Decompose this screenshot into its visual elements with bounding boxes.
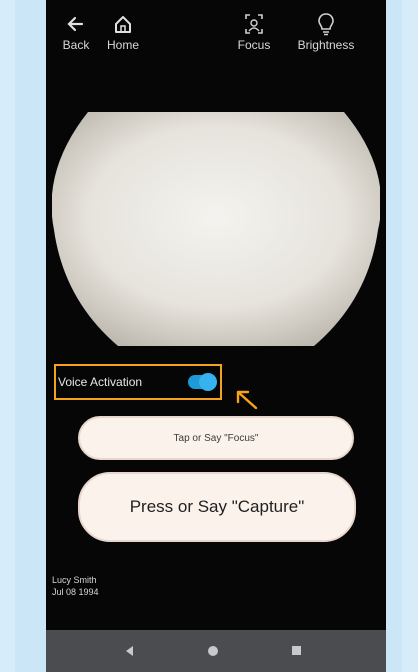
- focus-label: Focus: [237, 38, 271, 52]
- voice-activation-toggle[interactable]: [188, 373, 217, 391]
- camera-preview: [52, 112, 380, 346]
- nav-home-icon[interactable]: [208, 646, 218, 656]
- top-toolbar: Back Home Focus Brightness: [46, 0, 386, 70]
- nav-recents-icon[interactable]: [292, 646, 301, 655]
- back-button[interactable]: Back: [56, 12, 96, 52]
- pointer-arrow-icon: [236, 390, 258, 410]
- system-nav-bar: [46, 630, 386, 672]
- patient-name: Lucy Smith: [52, 575, 97, 585]
- focus-action-button[interactable]: Tap or Say "Focus": [78, 416, 354, 460]
- voice-activation-row: Voice Activation: [54, 364, 222, 400]
- patient-info: Lucy Smith Jul 08 1994: [52, 574, 99, 598]
- capture-button[interactable]: Press or Say "Capture": [78, 472, 356, 542]
- home-label: Home: [106, 38, 139, 52]
- arrow-left-icon: [56, 12, 96, 36]
- toggle-knob: [199, 373, 217, 391]
- focus-action-label: Tap or Say "Focus": [173, 432, 259, 444]
- back-label: Back: [62, 38, 90, 52]
- capture-label: Press or Say "Capture": [129, 497, 305, 516]
- patient-dob: Jul 08 1994: [52, 587, 99, 597]
- brightness-label: Brightness: [297, 38, 355, 52]
- phone-screen: Back Home Focus Brightness Voice Activat…: [46, 0, 386, 672]
- lightbulb-icon: [281, 12, 371, 36]
- focus-button[interactable]: Focus: [229, 12, 279, 52]
- home-button[interactable]: Home: [98, 12, 148, 52]
- nav-back-icon[interactable]: [124, 645, 134, 657]
- home-icon: [98, 12, 148, 36]
- voice-activation-label: Voice Activation: [58, 375, 143, 389]
- focus-frame-icon: [229, 12, 279, 36]
- brightness-button[interactable]: Brightness: [281, 12, 371, 52]
